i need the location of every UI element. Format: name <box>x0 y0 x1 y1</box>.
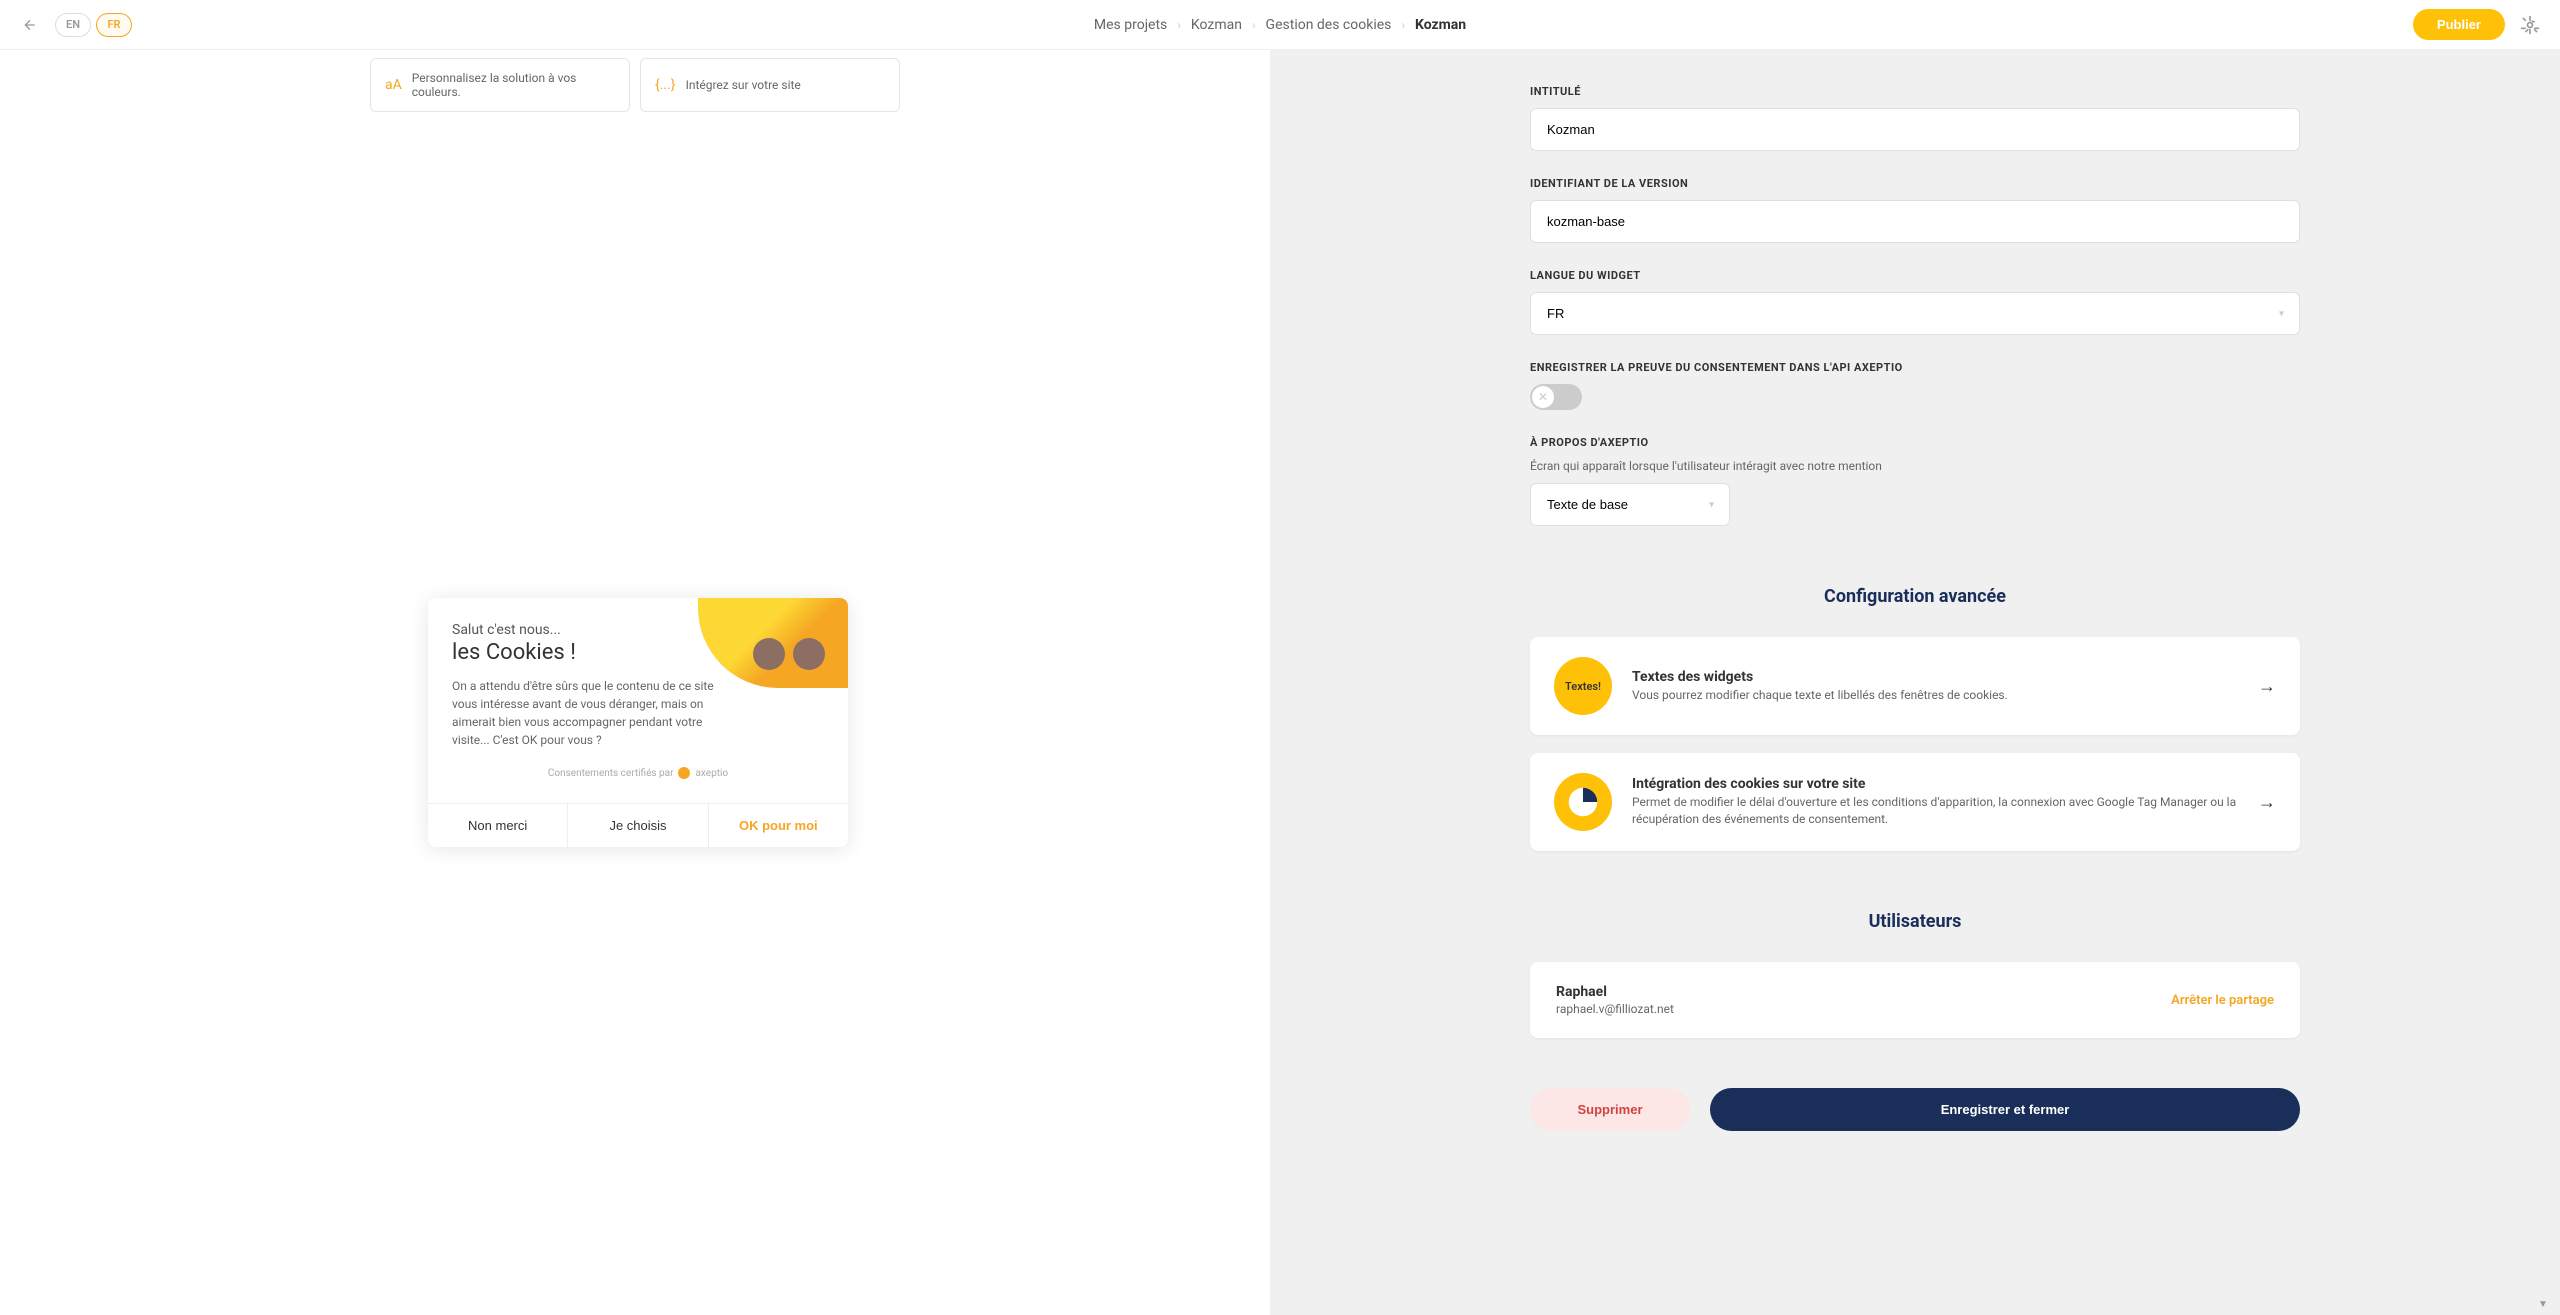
publish-button[interactable]: Publier <box>2413 9 2505 40</box>
card-title: Textes des widgets <box>1632 669 2238 685</box>
title-input[interactable] <box>1530 108 2300 151</box>
code-icon: {...} <box>655 77 676 93</box>
label-version-id: IDENTIFIANT DE LA VERSION <box>1530 177 2300 190</box>
panel-footer: Supprimer Enregistrer et fermer <box>1270 1068 2560 1151</box>
users-section-title: Utilisateurs <box>1530 911 2300 932</box>
save-close-button[interactable]: Enregistrer et fermer <box>1710 1088 2300 1131</box>
widget-texts-card[interactable]: Textes! Textes des widgets Vous pourrez … <box>1530 637 2300 735</box>
customize-card-label: Personnalisez la solution à vos couleurs… <box>412 71 615 99</box>
preview-panel: aA Personnalisez la solution à vos coule… <box>0 50 1270 1315</box>
user-email: raphael.v@filliozat.net <box>1556 1002 1674 1016</box>
lang-en-button[interactable]: EN <box>55 13 91 37</box>
label-widget-lang: LANGUE DU WIDGET <box>1530 269 2300 282</box>
widget-lang-value[interactable] <box>1530 292 2300 335</box>
breadcrumb: Mes projets › Kozman › Gestion des cooki… <box>1094 17 1466 33</box>
customize-card[interactable]: aA Personnalisez la solution à vos coule… <box>370 58 630 112</box>
breadcrumb-link[interactable]: Mes projets <box>1094 17 1167 33</box>
label-api-consent: ENREGISTRER LA PREUVE DU CONSENTEMENT DA… <box>1530 361 2300 374</box>
arrow-right-icon: → <box>2258 676 2276 697</box>
card-desc: Vous pourrez modifier chaque texte et li… <box>1632 687 2238 704</box>
cookie-decline-button[interactable]: Non merci <box>428 804 568 847</box>
user-card: Raphael raphael.v@filliozat.net Arrêter … <box>1530 962 2300 1038</box>
scroll-down-icon[interactable]: ▼ <box>2536 1299 2550 1310</box>
header-right: Publier <box>2413 9 2540 40</box>
cookie-consent-widget: Salut c'est nous... les Cookies ! On a a… <box>428 598 848 847</box>
cookie-footer: Non merci Je choisis OK pour moi <box>428 803 848 847</box>
breadcrumb-current: Kozman <box>1415 17 1466 33</box>
app-header: EN FR Mes projets › Kozman › Gestion des… <box>0 0 2560 50</box>
settings-panel: INTITULÉ IDENTIFIANT DE LA VERSION LANGU… <box>1270 50 2560 1315</box>
user-name: Raphael <box>1556 984 1674 1000</box>
cookie-certification: Consentements certifiés par axeptio <box>452 767 824 779</box>
label-about: À PROPOS D'AXEPTIO <box>1530 436 2300 449</box>
cookie-choose-button[interactable]: Je choisis <box>568 804 708 847</box>
advanced-section-title: Configuration avancée <box>1530 586 2300 607</box>
gear-icon[interactable] <box>2520 15 2540 35</box>
stop-sharing-button[interactable]: Arrêter le partage <box>2171 993 2274 1008</box>
main-content: aA Personnalisez la solution à vos coule… <box>0 50 2560 1315</box>
delete-button[interactable]: Supprimer <box>1530 1088 1690 1131</box>
back-arrow-icon[interactable] <box>20 15 40 35</box>
top-cards: aA Personnalisez la solution à vos coule… <box>0 50 1270 112</box>
header-left: EN FR <box>20 13 132 37</box>
cookie-illustration <box>698 598 848 688</box>
api-consent-toggle[interactable]: ✕ <box>1530 384 1582 410</box>
language-switch: EN FR <box>55 13 132 37</box>
cookie-accept-button[interactable]: OK pour moi <box>709 804 848 847</box>
text-color-icon: aA <box>385 77 402 93</box>
card-text: Intégration des cookies sur votre site P… <box>1632 776 2238 828</box>
chevron-right-icon: › <box>1177 18 1181 32</box>
card-title: Intégration des cookies sur votre site <box>1632 776 2238 792</box>
card-text: Textes des widgets Vous pourrez modifier… <box>1632 669 2238 704</box>
axeptio-logo-icon <box>678 767 690 779</box>
about-value[interactable] <box>1530 483 1730 526</box>
cookie-body: Salut c'est nous... les Cookies ! On a a… <box>428 598 848 803</box>
user-info: Raphael raphael.v@filliozat.net <box>1556 984 1674 1016</box>
widget-lang-select[interactable]: ▾ <box>1530 292 2300 335</box>
chevron-right-icon: › <box>1401 18 1405 32</box>
card-desc: Permet de modifier le délai d'ouverture … <box>1632 794 2238 828</box>
chevron-right-icon: › <box>1252 18 1256 32</box>
timer-icon <box>1554 773 1612 831</box>
integrate-card[interactable]: {...} Intégrez sur votre site <box>640 58 900 112</box>
breadcrumb-link[interactable]: Kozman <box>1191 17 1242 33</box>
toggle-knob: ✕ <box>1532 386 1554 408</box>
arrow-right-icon: → <box>2258 792 2276 813</box>
cert-brand: axeptio <box>695 768 728 779</box>
desc-about: Écran qui apparaît lorsque l'utilisateur… <box>1530 459 2300 473</box>
cookie-integration-card[interactable]: Intégration des cookies sur votre site P… <box>1530 753 2300 851</box>
textes-icon: Textes! <box>1554 657 1612 715</box>
cert-text: Consentements certifiés par <box>548 768 674 779</box>
integrate-card-label: Intégrez sur votre site <box>686 78 801 92</box>
cookie-description: On a attendu d'être sûrs que le contenu … <box>452 677 732 749</box>
about-select[interactable]: ▾ <box>1530 483 1730 526</box>
lang-fr-button[interactable]: FR <box>96 13 132 37</box>
label-title: INTITULÉ <box>1530 85 2300 98</box>
breadcrumb-link[interactable]: Gestion des cookies <box>1266 17 1392 33</box>
version-id-input[interactable] <box>1530 200 2300 243</box>
